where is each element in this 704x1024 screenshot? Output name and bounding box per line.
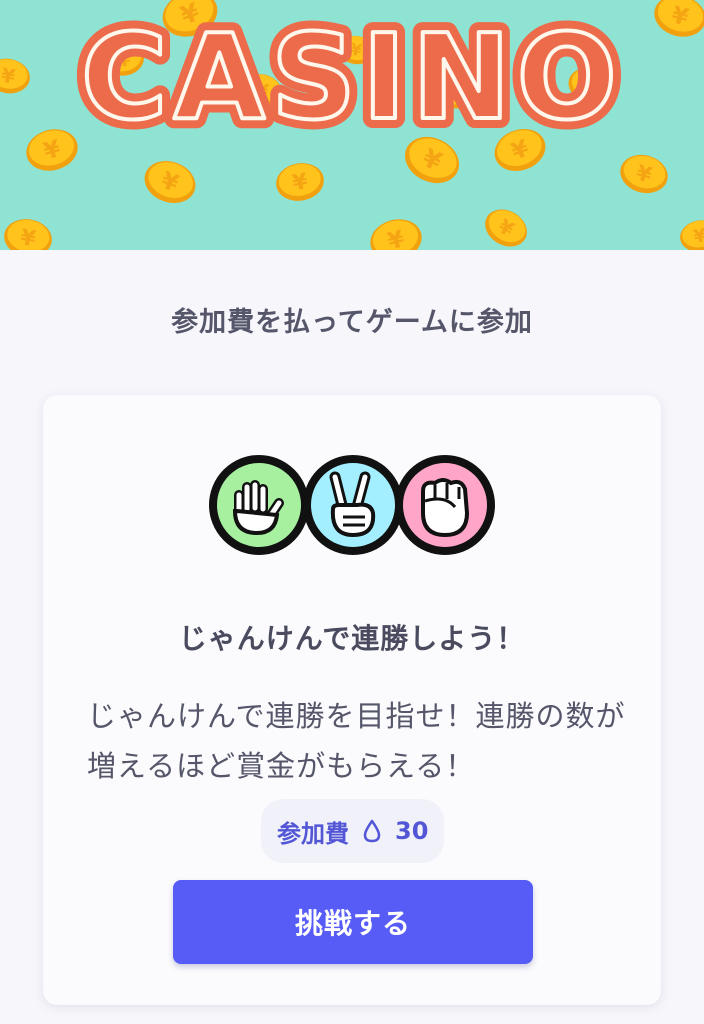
join-heading: 参加費を払ってゲームに参加	[171, 307, 533, 338]
yen-coin-icon: ¥	[654, 0, 704, 37]
drop-icon	[363, 819, 381, 843]
casino-banner: ¥ ¥ ¥ ¥ ¥ ¥ ¥ ¥ ¥ ¥ ¥ ¥ ¥ ¥ ¥ ¥ ¥ ¥ CASINO CASINO	[0, 0, 704, 250]
scissors-hand-icon	[303, 455, 403, 555]
yen-coin-icon: ¥	[4, 219, 52, 250]
entry-fee-badge: 参加費 30	[261, 799, 445, 863]
game-title: じゃんけんで連勝しよう！	[178, 622, 526, 655]
yen-coin-icon: ¥	[485, 209, 527, 247]
casino-logo: CASINO	[81, 8, 623, 146]
paper-hand-icon	[209, 455, 309, 555]
casino-page: ¥ ¥ ¥ ¥ ¥ ¥ ¥ ¥ ¥ ¥ ¥ ¥ ¥ ¥ ¥ ¥ ¥ ¥ CASINO CASINO 参加費を払って…	[0, 0, 704, 1024]
yen-coin-icon: ¥	[276, 163, 324, 201]
yen-coin-icon: ¥	[144, 160, 196, 204]
coin-rain-illustration: ¥ ¥¥¥¥ ¥¥ ¥¥¥ ¥ ¥¥¥¥ ¥¥¥ CASINO CASINO	[0, 0, 704, 250]
game-card: じゃんけんで連勝しよう！ じゃんけんで連勝を目指せ！連勝の数が増えるほど賞金がも…	[43, 395, 661, 1005]
yen-coin-icon: ¥	[26, 129, 78, 171]
entry-fee-value: 30	[395, 817, 429, 845]
yen-coin-icon: ¥	[0, 58, 30, 94]
yen-coin-icon: ¥	[620, 154, 668, 194]
entry-fee-label: 参加費	[277, 819, 349, 848]
challenge-button[interactable]: 挑戦する	[173, 880, 533, 964]
janken-icons	[209, 455, 495, 555]
game-description: じゃんけんで連勝を目指せ！連勝の数が増えるほど賞金がもらえる！	[87, 699, 626, 783]
yen-coin-icon: ¥	[680, 220, 704, 250]
rock-fist-icon	[395, 455, 495, 555]
yen-coin-icon: ¥	[370, 219, 422, 250]
